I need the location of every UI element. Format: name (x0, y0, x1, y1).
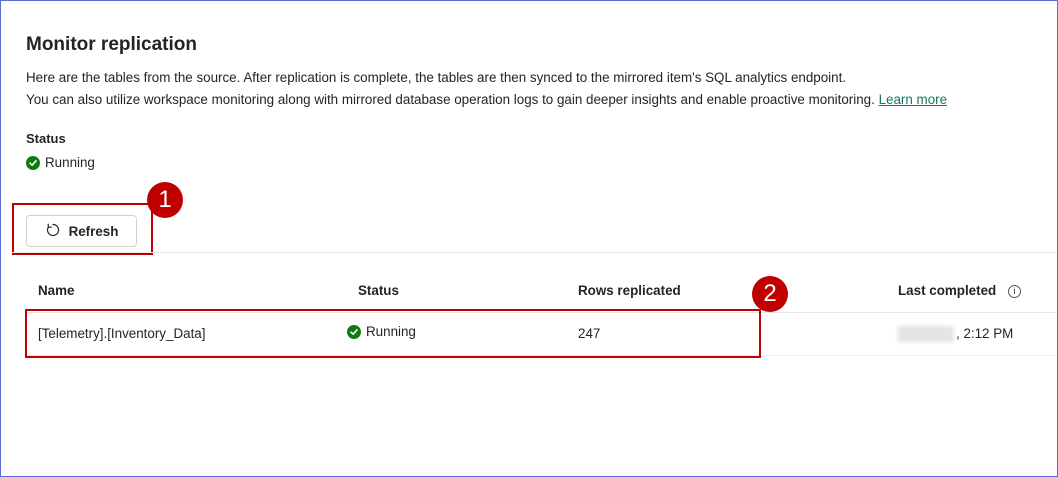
cell-last-completed-time: , 2:12 PM (956, 326, 1014, 341)
refresh-icon (45, 222, 61, 241)
column-header-last-completed[interactable]: Last completed i (898, 283, 1021, 298)
description-line-2-text: You can also utilize workspace monitorin… (26, 92, 875, 107)
status-indicator: Running (26, 155, 95, 170)
redacted-date (898, 326, 954, 343)
refresh-label: Refresh (68, 223, 119, 239)
callout-badge-1: 1 (147, 182, 183, 218)
cell-last-completed: , 2:12 PM (898, 326, 1014, 343)
check-circle-icon (26, 155, 40, 170)
column-header-name[interactable]: Name (38, 283, 74, 298)
status-label: Status (26, 131, 66, 146)
column-header-status[interactable]: Status (358, 283, 399, 298)
toolbar-divider (12, 252, 1056, 253)
description-line-2: You can also utilize workspace monitorin… (26, 92, 947, 107)
status-value: Running (45, 155, 95, 170)
column-header-rows-replicated[interactable]: Rows replicated (578, 283, 681, 298)
page-title: Monitor replication (26, 34, 197, 55)
callout-badge-2: 2 (752, 276, 788, 312)
info-icon[interactable]: i (1007, 284, 1021, 298)
learn-more-link[interactable]: Learn more (879, 92, 947, 107)
row-highlight-box (25, 309, 761, 358)
description-line-1: Here are the tables from the source. Aft… (26, 70, 847, 85)
column-header-last-completed-label: Last completed (898, 283, 997, 298)
refresh-button[interactable]: Refresh (26, 215, 137, 247)
